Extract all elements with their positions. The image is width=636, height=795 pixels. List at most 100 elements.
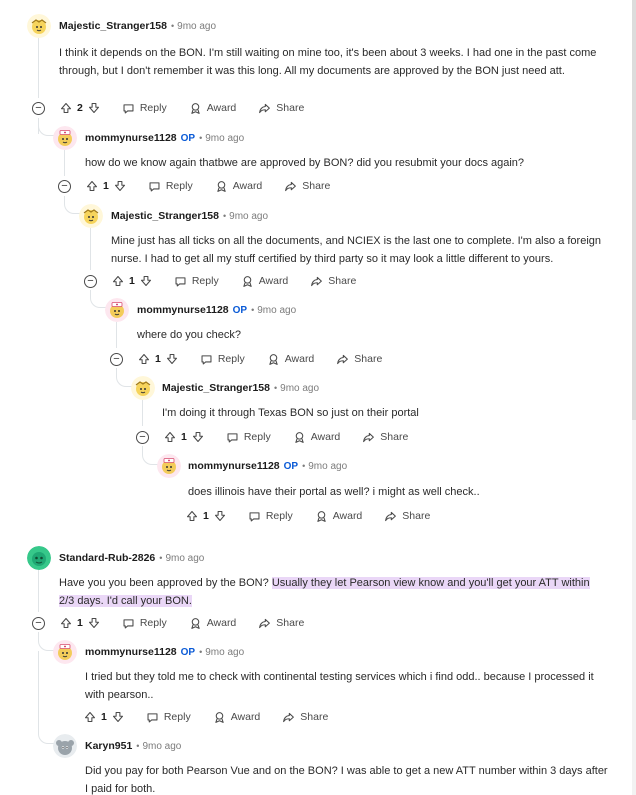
share-button[interactable]: Share [258, 617, 304, 630]
share-button[interactable]: Share [336, 353, 382, 366]
downvote-button[interactable] [88, 617, 100, 629]
award-label: Award [230, 711, 261, 723]
award-button[interactable]: Award [215, 180, 262, 193]
comment-author[interactable]: mommynurse1128 [137, 304, 229, 316]
award-button[interactable]: Award [315, 510, 362, 523]
vote-score: 2 [77, 102, 83, 114]
comment-author[interactable]: Standard-Rub-2826 [59, 552, 155, 564]
comment-actions: − 1 Reply Award Share [32, 612, 304, 634]
thread-line [90, 228, 91, 270]
upvote-button[interactable] [84, 711, 96, 723]
reply-button[interactable]: Reply [200, 353, 245, 366]
reply-button[interactable]: Reply [174, 275, 219, 288]
vote-score: 1 [103, 180, 109, 192]
avatar[interactable] [157, 454, 181, 478]
share-button[interactable]: Share [282, 711, 328, 724]
collapse-icon[interactable]: − [84, 274, 97, 288]
award-button[interactable]: Award [189, 102, 237, 115]
comment-time: 9mo ago [165, 552, 205, 564]
award-label: Award [284, 353, 315, 365]
downvote-button[interactable] [140, 275, 152, 287]
reply-button[interactable]: Reply [226, 431, 271, 444]
comment-meta: Standard-Rub-2826 • 9mo ago [59, 546, 204, 570]
upvote-button[interactable] [112, 275, 124, 287]
thread-line [64, 196, 65, 204]
comment-author[interactable]: Majestic_Stranger158 [162, 382, 270, 394]
award-icon [213, 711, 226, 724]
downvote-button[interactable] [114, 180, 126, 192]
collapse-icon[interactable]: − [32, 616, 45, 630]
collapse-icon[interactable]: − [136, 430, 149, 444]
comment-body: I'm doing it through Texas BON so just o… [162, 407, 419, 419]
downvote-button[interactable] [112, 711, 124, 723]
op-badge: OP [180, 646, 196, 658]
downvote-icon [192, 431, 204, 443]
avatar[interactable] [53, 126, 77, 150]
reply-label: Reply [265, 510, 293, 522]
collapse-icon[interactable]: − [110, 352, 123, 366]
award-button[interactable]: Award [293, 431, 340, 444]
avatar[interactable] [105, 298, 129, 322]
comment-author[interactable]: mommynurse1128 [188, 460, 280, 472]
share-label: Share [328, 275, 357, 287]
comment-body: Have you you been approved by the BON? U… [59, 574, 599, 610]
reply-button[interactable]: Reply [148, 180, 193, 193]
reply-button[interactable]: Reply [122, 617, 167, 630]
share-button[interactable]: Share [258, 102, 304, 115]
reply-icon [122, 617, 135, 630]
avatar[interactable] [79, 204, 103, 228]
collapse-icon[interactable]: − [32, 101, 45, 115]
op-badge: OP [180, 132, 196, 144]
comment-author[interactable]: mommynurse1128 [85, 132, 177, 144]
separator-dot: • [199, 133, 203, 143]
reply-button[interactable]: Reply [146, 711, 191, 724]
comment-author[interactable]: mommynurse1128 [85, 646, 177, 658]
avatar[interactable] [27, 546, 51, 570]
share-button[interactable]: Share [362, 431, 408, 444]
reply-button[interactable]: Reply [248, 510, 293, 523]
upvote-button[interactable] [138, 353, 150, 365]
downvote-button[interactable] [192, 431, 204, 443]
reply-button[interactable]: Reply [122, 102, 167, 115]
avatar[interactable] [53, 734, 77, 758]
share-button[interactable]: Share [384, 510, 430, 523]
comment-author[interactable]: Karyn951 [85, 740, 132, 752]
downvote-icon [214, 510, 226, 522]
share-label: Share [276, 102, 305, 114]
award-button[interactable]: Award [189, 617, 236, 630]
award-button[interactable]: Award [241, 275, 288, 288]
comment-author[interactable]: Majestic_Stranger158 [111, 210, 219, 222]
downvote-button[interactable] [214, 510, 226, 522]
award-label: Award [206, 102, 237, 114]
avatar[interactable] [131, 376, 155, 400]
vote-score: 1 [203, 510, 209, 522]
comment-actions: − 1 Reply Award Share [110, 348, 382, 370]
reply-icon [174, 275, 187, 288]
upvote-button[interactable] [164, 431, 176, 443]
share-button[interactable]: Share [284, 180, 330, 193]
scrollbar-thumb[interactable] [632, 0, 636, 420]
downvote-button[interactable] [166, 353, 178, 365]
thread-line [38, 570, 39, 612]
reply-icon [226, 431, 239, 444]
award-icon [189, 617, 202, 630]
avatar[interactable] [27, 14, 51, 38]
comment-author[interactable]: Majestic_Stranger158 [59, 20, 167, 32]
thread-connector [142, 451, 158, 465]
upvote-button[interactable] [60, 617, 72, 629]
share-label: Share [302, 180, 331, 192]
avatar[interactable] [53, 640, 77, 664]
reply-icon [200, 353, 213, 366]
collapse-icon[interactable]: − [58, 179, 71, 193]
share-button[interactable]: Share [310, 275, 356, 288]
award-button[interactable]: Award [213, 711, 261, 724]
comment-body: does illinois have their portal as well?… [188, 486, 480, 498]
upvote-button[interactable] [186, 510, 198, 522]
upvote-button[interactable] [86, 180, 98, 192]
award-button[interactable]: Award [267, 353, 315, 366]
comment-body: I tried but they told me to check with c… [85, 671, 594, 701]
downvote-icon [166, 353, 178, 365]
upvote-button[interactable] [60, 102, 72, 114]
comment-time: 9mo ago [205, 646, 245, 658]
downvote-button[interactable] [88, 102, 100, 114]
